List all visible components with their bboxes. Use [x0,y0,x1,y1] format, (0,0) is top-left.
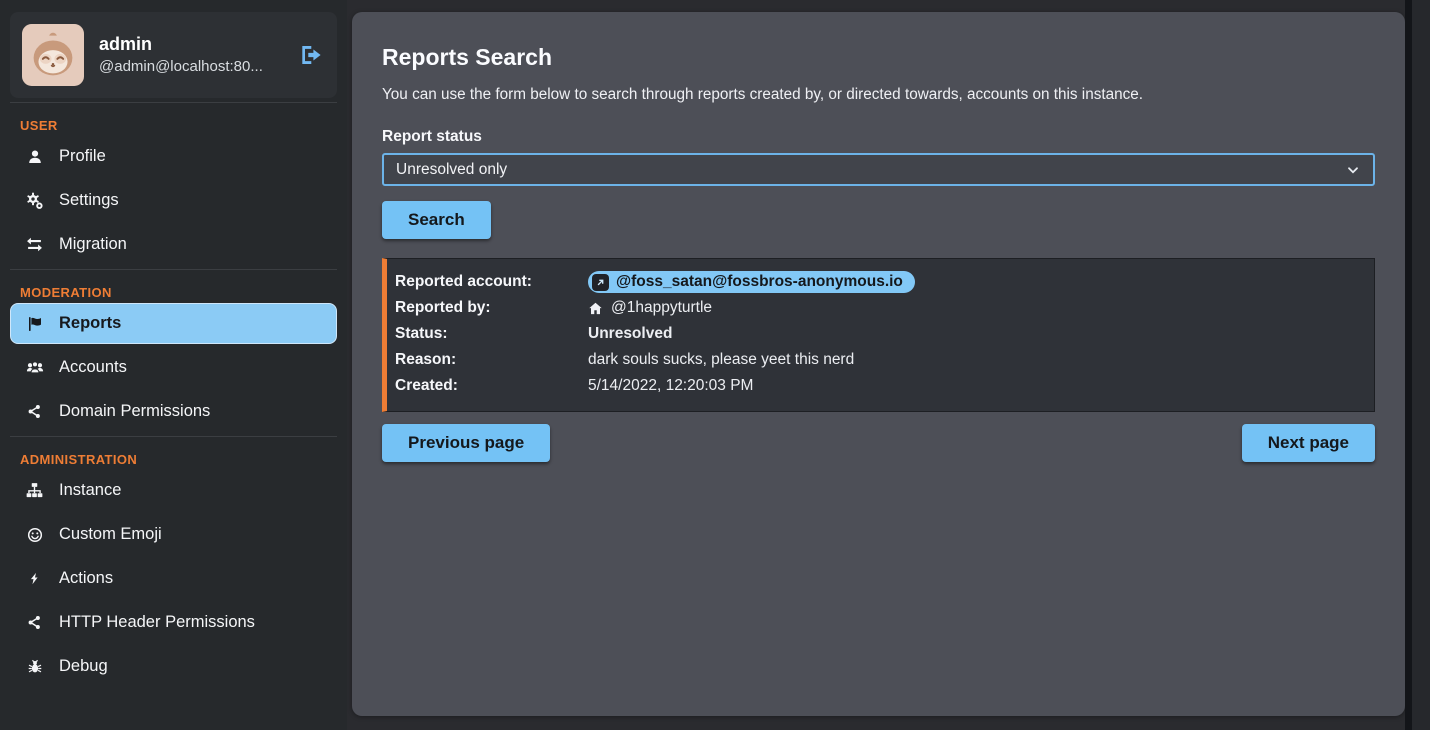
page-description: You can use the form below to search thr… [382,86,1375,104]
section-label-user: USER [20,118,327,133]
sidebar-divider [10,269,337,270]
section-label-administration: ADMINISTRATION [20,452,327,467]
previous-page-button[interactable]: Previous page [382,424,550,462]
scrollbar-track[interactable] [1405,0,1430,730]
external-link-icon [592,274,609,291]
sidebar-item-domain-permissions[interactable]: Domain Permissions [10,391,337,432]
gears-icon [25,192,44,209]
sidebar-item-label: Migration [59,235,127,254]
report-reason-value: dark souls sucks, please yeet this nerd [588,351,1362,369]
main-area: Reports Search You can use the form belo… [347,0,1430,730]
sidebar-divider [10,102,337,103]
smile-icon [25,527,44,543]
sidebar-item-settings[interactable]: Settings [10,180,337,221]
reported-by-handle: @1happyturtle [611,299,712,317]
search-button[interactable]: Search [382,201,491,239]
flag-icon [25,316,44,332]
pagination: Previous page Next page [382,424,1375,462]
report-row-label: Reported by: [395,299,588,317]
bug-icon [25,659,44,675]
report-card[interactable]: Reported account: @foss_satan@fossbros-a… [382,258,1375,412]
user-card[interactable]: admin @admin@localhost:80... [10,12,337,98]
sidebar-item-label: Custom Emoji [59,525,162,544]
report-status-select[interactable]: Unresolved only [382,153,1375,186]
avatar [22,24,84,86]
report-status-value: Unresolved [588,325,1362,343]
report-row-label: Reason: [395,351,588,369]
user-icon [25,149,44,165]
sidebar-item-debug[interactable]: Debug [10,646,337,687]
report-row-label: Status: [395,325,588,343]
report-row-label: Reported account: [395,273,588,291]
report-row: Reason: dark souls sucks, please yeet th… [395,347,1362,373]
report-row: Reported account: @foss_satan@fossbros-a… [395,269,1362,295]
report-row: Created: 5/14/2022, 12:20:03 PM [395,373,1362,399]
user-handle: @admin@localhost:80... [99,58,263,77]
sidebar-item-label: Accounts [59,358,127,377]
chevron-down-icon [1345,162,1361,178]
sidebar-item-label: Instance [59,481,121,500]
sidebar-item-label: Settings [59,191,119,210]
reported-account-link[interactable]: @foss_satan@fossbros-anonymous.io [588,271,915,293]
sidebar-item-label: Actions [59,569,113,588]
sidebar-item-actions[interactable]: Actions [10,558,337,599]
report-status-label: Report status [382,128,1375,146]
report-row: Status: Unresolved [395,321,1362,347]
share-nodes-icon [25,615,44,630]
report-row-label: Created: [395,377,588,395]
sidebar-item-label: Domain Permissions [59,402,210,421]
sidebar-item-migration[interactable]: Migration [10,224,337,265]
sitemap-icon [25,482,44,499]
reported-account-handle: @foss_satan@fossbros-anonymous.io [616,273,903,291]
user-name: admin [99,33,263,56]
sidebar: admin @admin@localhost:80... USER Profil… [0,0,347,730]
share-nodes-icon [25,404,44,419]
sidebar-item-http-header-permissions[interactable]: HTTP Header Permissions [10,602,337,643]
report-row: Reported by: @1happyturtle [395,295,1362,321]
reports-search-panel: Reports Search You can use the form belo… [352,12,1405,716]
report-created-value: 5/14/2022, 12:20:03 PM [588,377,1362,395]
sign-out-icon [299,43,323,67]
sidebar-divider [10,436,337,437]
sidebar-item-accounts[interactable]: Accounts [10,347,337,388]
home-icon [588,301,603,316]
exchange-icon [25,236,44,253]
sidebar-item-reports[interactable]: Reports [10,303,337,344]
sidebar-item-instance[interactable]: Instance [10,470,337,511]
sidebar-item-label: HTTP Header Permissions [59,613,255,632]
sidebar-item-profile[interactable]: Profile [10,136,337,177]
section-label-moderation: MODERATION [20,285,327,300]
next-page-button[interactable]: Next page [1242,424,1375,462]
sidebar-item-custom-emoji[interactable]: Custom Emoji [10,514,337,555]
sidebar-item-label: Reports [59,314,121,333]
report-status-selected-value: Unresolved only [396,161,1345,179]
sidebar-item-label: Debug [59,657,108,676]
logout-button[interactable] [299,43,323,67]
sidebar-item-label: Profile [59,147,106,166]
users-icon [25,359,44,377]
page-title: Reports Search [382,44,1375,71]
bolt-icon [25,571,44,586]
